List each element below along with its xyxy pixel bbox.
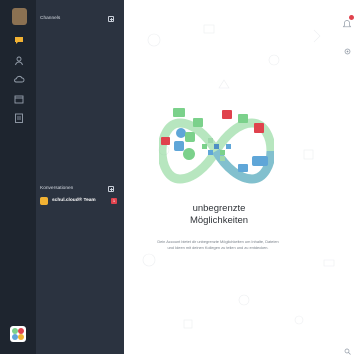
settings-icon[interactable]	[344, 42, 351, 55]
person-icon[interactable]	[13, 55, 25, 67]
add-channel-icon[interactable]	[108, 16, 114, 22]
navigation-rail	[0, 0, 36, 354]
notes-icon[interactable]	[13, 112, 25, 124]
calendar-icon[interactable]	[13, 93, 25, 105]
headline-line-1: unbegrenzte	[192, 203, 246, 214]
main-content: unbegrenzte Möglichkeiten Dein Account b…	[124, 0, 356, 355]
app-window: Channels Konversationen schul.cloud® Tea…	[0, 0, 356, 355]
channels-heading: Channels	[40, 16, 61, 21]
conversation-avatar	[40, 197, 48, 205]
infinity-illustration	[159, 108, 274, 184]
sidebar-panel: Channels Konversationen schul.cloud® Tea…	[36, 0, 124, 354]
add-conversation-icon[interactable]	[108, 186, 114, 192]
search-icon[interactable]	[344, 342, 351, 355]
account-logo[interactable]	[12, 8, 27, 25]
unread-badge: 1	[111, 198, 117, 204]
app-logo-icon[interactable]	[10, 326, 26, 342]
conversation-item[interactable]: schul.cloud® Team 1	[38, 196, 122, 208]
headline-line-2: Möglichkeiten	[189, 215, 249, 226]
empty-state-headline: unbegrenzte Möglichkeiten	[124, 203, 314, 227]
cloud-icon[interactable]	[13, 73, 25, 85]
empty-state-description: Dein Account bietet dir unbegrenzte Mögl…	[157, 239, 279, 250]
conversations-heading: Konversationen	[40, 186, 74, 191]
conversation-name: schul.cloud® Team	[52, 198, 96, 203]
notification-dot	[349, 15, 354, 20]
chat-icon[interactable]	[13, 34, 25, 46]
